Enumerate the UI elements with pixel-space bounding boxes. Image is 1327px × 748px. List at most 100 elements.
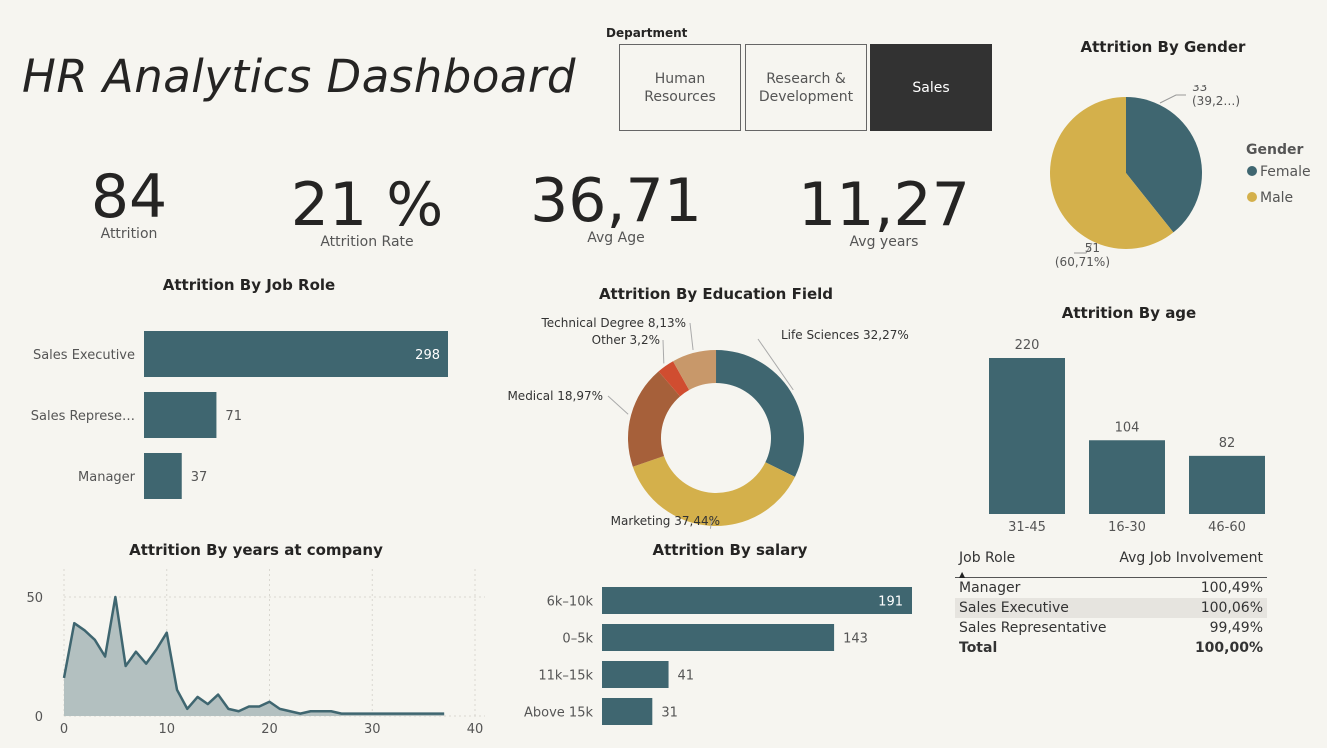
table-cell: 100,06% — [1200, 600, 1263, 616]
data-label: 41 — [678, 669, 695, 684]
kpi-label: Attrition — [100, 226, 158, 242]
donut-leader-line — [607, 395, 629, 415]
education-donut-chart: Life Sciences 32,27% Marketing 37,44% Medi… — [507, 316, 909, 529]
axis-tick-label: 0–5k — [562, 632, 593, 647]
pie-data-label: (39,2…) — [1192, 94, 1240, 108]
axis-tick-label: Sales Executive — [33, 348, 135, 363]
x-tick-label: 30 — [364, 722, 381, 737]
bar — [1189, 455, 1265, 514]
axis-tick-label: 6k–10k — [547, 595, 594, 610]
data-label: 191 — [878, 595, 903, 610]
bar — [989, 358, 1065, 514]
table-cell: Total — [959, 640, 998, 656]
job-role-bar-chart: Sales Executive 298 Sales Represe… 71 Manage… — [31, 331, 448, 499]
job-role-chart-title: Attrition By Job Role — [162, 276, 336, 294]
table-cell: 100,00% — [1194, 640, 1263, 656]
table-cell: 99,49% — [1209, 620, 1263, 636]
x-tick-label: 10 — [158, 722, 175, 737]
table-total-row: Total 100,00% — [955, 638, 1267, 658]
bar — [602, 624, 835, 651]
years-chart-title: Attrition By years at company — [129, 541, 383, 559]
slicer-option-research-development[interactable]: Research & Development — [745, 44, 867, 131]
table-header-avg-involvement[interactable]: Avg Job Involvement — [1113, 548, 1267, 578]
axis-tick-label: 16-30 — [1108, 520, 1146, 535]
years-area-chart: 0 10 20 30 40 0 50 — [26, 569, 485, 737]
bar — [602, 587, 912, 614]
table-header-job-role[interactable]: Job Role ▲ — [955, 548, 1113, 579]
age-bar-chart: 220 31-45 104 16-30 82 46-60 — [989, 338, 1265, 535]
y-tick-label: 0 — [35, 710, 43, 725]
x-tick-label: 20 — [261, 722, 278, 737]
axis-tick-label: Sales Represe… — [31, 409, 135, 424]
kpi-value: 84 — [90, 162, 168, 232]
data-label: 31 — [661, 706, 678, 721]
bar — [144, 453, 182, 499]
table-cell: 100,49% — [1200, 580, 1263, 596]
donut-data-label: Life Sciences 32,27% — [781, 328, 909, 342]
donut-data-label: Marketing 37,44% — [611, 514, 720, 528]
legend-title: Gender — [1246, 142, 1303, 158]
axis-tick-label: 11k–15k — [538, 669, 593, 684]
axis-tick-label: Above 15k — [524, 706, 593, 721]
table-row: Sales Representative 99,49% — [955, 618, 1267, 638]
data-label: 82 — [1219, 436, 1236, 451]
area-fill — [64, 597, 445, 716]
kpi-attrition: 84 Attrition — [59, 162, 199, 242]
kpi-attrition-rate: 21 % Attrition Rate — [272, 170, 462, 250]
table-row: Sales Executive 100,06% — [955, 598, 1267, 618]
donut-data-label: Technical Degree 8,13% — [540, 316, 686, 330]
data-label: 143 — [843, 632, 868, 647]
pie-data-label: 51 — [1085, 241, 1100, 255]
donut-data-label: Medical 18,97% — [507, 389, 603, 403]
slicer-option-human-resources[interactable]: Human Resources — [619, 44, 741, 131]
job-involvement-table: Job Role ▲ Avg Job Involvement Manager 1… — [955, 548, 1267, 658]
dashboard-title: HR Analytics Dashboard — [22, 50, 576, 103]
data-label: 71 — [225, 409, 242, 424]
table-header-row: Job Role ▲ Avg Job Involvement — [955, 548, 1267, 579]
data-label: 298 — [415, 348, 440, 363]
donut-leader-line — [689, 322, 694, 350]
kpi-value: 11,27 — [798, 170, 970, 240]
data-label: 104 — [1115, 420, 1140, 435]
axis-tick-label: Manager — [78, 470, 136, 485]
kpi-value: 36,71 — [530, 166, 702, 236]
salary-chart-title: Attrition By salary — [652, 541, 808, 559]
table-header-label: Job Role — [959, 550, 1016, 566]
legend-marker — [1247, 166, 1257, 176]
bar — [602, 698, 653, 725]
data-label: 220 — [1015, 338, 1040, 353]
department-slicer-label: Department — [606, 26, 688, 40]
salary-bar-chart: 6k–10k 191 0–5k 143 11k–15k 41 Above 15k 31 — [524, 587, 912, 725]
bar — [144, 331, 448, 377]
sort-up-icon[interactable]: ▲ — [959, 570, 965, 579]
legend-item: Male — [1260, 190, 1293, 206]
pie-data-label: 33 — [1192, 85, 1207, 94]
bar — [144, 392, 217, 438]
gender-chart-title: Attrition By Gender — [1080, 38, 1246, 56]
bar — [602, 661, 669, 688]
axis-tick-label: 31-45 — [1008, 520, 1046, 535]
axis-tick-label: 46-60 — [1208, 520, 1246, 535]
age-chart-title: Attrition By age — [1061, 304, 1197, 322]
table-cell: Manager — [959, 580, 1021, 596]
x-tick-label: 0 — [60, 722, 68, 737]
y-tick-label: 50 — [26, 591, 43, 606]
x-tick-label: 40 — [467, 722, 484, 737]
table-cell: Sales Representative — [959, 620, 1107, 636]
legend-marker — [1247, 192, 1257, 202]
legend-item: Female — [1260, 164, 1311, 180]
slicer-option-sales[interactable]: Sales — [870, 44, 992, 131]
kpi-avg-age: 36,71 Avg Age — [526, 166, 706, 246]
donut-data-label: Other 3,2% — [592, 333, 660, 347]
table-cell: Sales Executive — [959, 600, 1069, 616]
pie-data-label: (60,71%) — [1055, 255, 1110, 269]
kpi-avg-years: 11,27 Avg years — [794, 170, 974, 250]
education-chart-title: Attrition By Education Field — [598, 285, 834, 303]
kpi-value: 21 % — [290, 170, 444, 240]
donut-slice-life-sciences — [716, 350, 804, 477]
pie-leader-line — [1159, 94, 1186, 104]
data-label: 37 — [191, 470, 208, 485]
table-row: Manager 100,49% — [955, 578, 1267, 599]
bar — [1089, 440, 1165, 514]
donut-leader-line — [662, 339, 665, 364]
